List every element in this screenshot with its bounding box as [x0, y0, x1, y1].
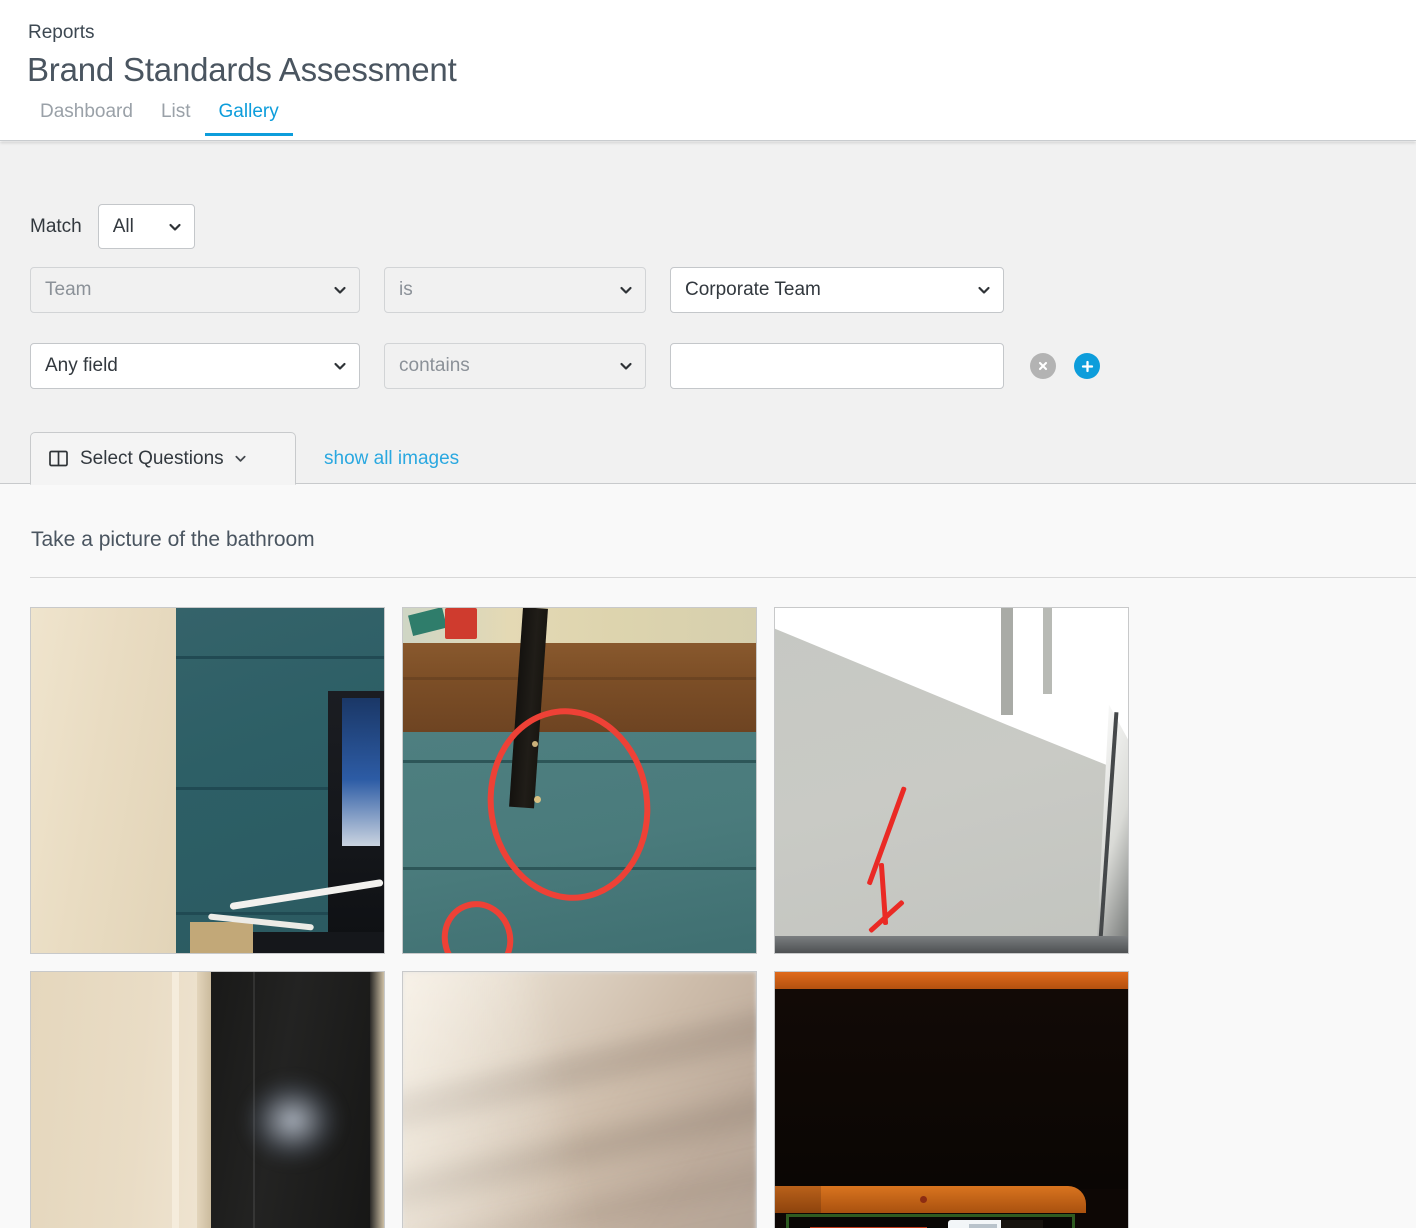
filter-operator-value-1: is	[399, 279, 413, 300]
gallery-thumbnail[interactable]	[402, 607, 757, 954]
question-title: Take a picture of the bathroom	[31, 528, 315, 551]
gallery-thumbnail[interactable]	[774, 971, 1129, 1228]
filter-field-select-1[interactable]: Team	[30, 267, 360, 313]
gallery-thumbnail[interactable]	[30, 607, 385, 954]
select-questions-label: Select Questions	[80, 447, 224, 469]
chevron-down-icon	[619, 359, 633, 373]
filter-field-value-1: Team	[45, 279, 92, 300]
match-select[interactable]: All	[97, 204, 195, 249]
page-header: Reports Brand Standards Assessment Dashb…	[0, 0, 1416, 141]
chevron-down-icon	[333, 283, 347, 297]
page-title: Brand Standards Assessment	[27, 51, 457, 88]
remove-filter-button[interactable]	[1030, 353, 1056, 379]
photo-dark-room-tablet	[775, 972, 1128, 1228]
tab-gallery[interactable]: Gallery	[204, 101, 293, 136]
gallery-thumbnail[interactable]	[774, 607, 1129, 954]
photo-black-door	[31, 972, 384, 1228]
filter-field-value-2: Any field	[45, 355, 118, 376]
tab-bar: Dashboard List Gallery	[26, 101, 293, 136]
show-all-images-link[interactable]: show all images	[324, 448, 459, 470]
filter-value-1: Corporate Team	[685, 279, 821, 300]
tab-list[interactable]: List	[147, 101, 205, 136]
filter-row-actions	[1030, 353, 1100, 379]
columns-icon	[49, 450, 68, 467]
gallery-section: Take a picture of the bathroom	[0, 484, 1416, 1228]
gallery-thumbnail[interactable]	[402, 971, 757, 1228]
filter-panel: Match All Team is Corporate Team Any fie…	[0, 142, 1416, 485]
gallery-thumbnail[interactable]	[30, 971, 385, 1228]
photo-blurred-beige	[403, 972, 756, 1228]
select-questions-row: Select Questions show all images	[30, 432, 459, 485]
match-label: Match	[30, 215, 82, 237]
breadcrumb[interactable]: Reports	[28, 22, 95, 44]
filter-operator-select-1[interactable]: is	[384, 267, 646, 313]
photo-wall-arrow-annotated	[775, 608, 1128, 953]
close-circle-icon	[1036, 359, 1050, 373]
filter-field-select-2[interactable]: Any field	[30, 343, 360, 389]
chevron-down-icon	[333, 359, 347, 373]
filter-value-input-2[interactable]	[670, 343, 1004, 389]
tab-dashboard[interactable]: Dashboard	[26, 101, 147, 136]
filter-row-1: Team is Corporate Team	[30, 267, 1004, 313]
photo-cream-wall-teal-panel	[31, 608, 384, 953]
filter-operator-select-2[interactable]: contains	[384, 343, 646, 389]
chevron-down-icon	[619, 283, 633, 297]
select-questions-button[interactable]: Select Questions	[30, 432, 296, 485]
filter-operator-value-2: contains	[399, 355, 470, 376]
chevron-down-icon	[168, 220, 182, 234]
match-row: Match All	[30, 204, 195, 249]
filter-value-select-1[interactable]: Corporate Team	[670, 267, 1004, 313]
photo-bracket-annotated	[403, 608, 756, 953]
question-divider	[30, 577, 1416, 578]
chevron-down-icon	[977, 283, 991, 297]
image-grid	[30, 607, 1416, 1228]
match-select-value: All	[112, 215, 134, 237]
plus-circle-icon	[1080, 359, 1095, 374]
filter-row-2: Any field contains	[30, 343, 1100, 389]
chevron-down-icon	[234, 452, 247, 465]
add-filter-button[interactable]	[1074, 353, 1100, 379]
